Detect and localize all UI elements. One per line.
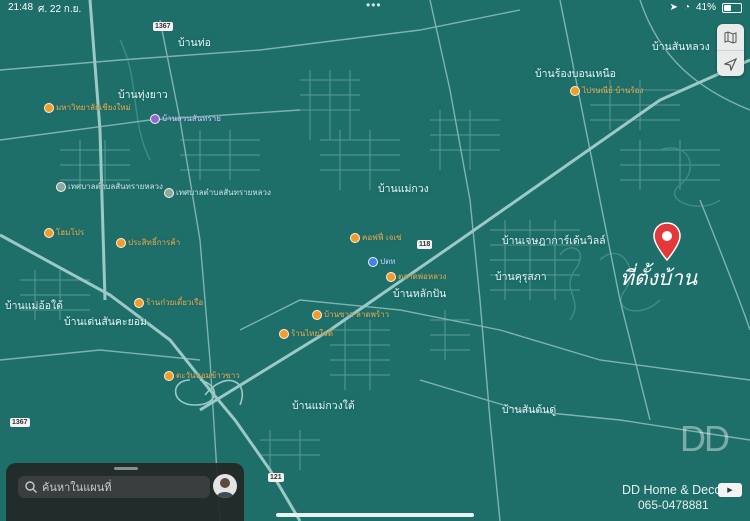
status-date: ศ. 22 ก.ย.	[38, 4, 82, 15]
home-indicator[interactable]	[276, 513, 474, 517]
multitasking-dots-icon[interactable]: •••	[366, 0, 382, 12]
map-controls	[717, 24, 744, 76]
poi-marker[interactable]: เทศบาลตำบลสันทรายหลวง	[56, 180, 163, 193]
place-label[interactable]: บ้านเจษฎาการ์เด้นวิลล์	[502, 232, 606, 249]
status-bar: 21:48 ศ. 22 ก.ย. ••• ➤ ◔ 41%	[0, 0, 750, 16]
fuel-station-icon	[368, 256, 378, 267]
search-placeholder: ค้นหาในแผนที่	[42, 481, 112, 494]
google-play-badge-icon: ▶	[718, 483, 742, 497]
location-pin-icon[interactable]	[653, 222, 681, 262]
place-label[interactable]: บ้านท่อ	[178, 34, 211, 51]
government-icon	[56, 181, 66, 192]
poi-marker[interactable]: ตะวันหอมข้าวขาว	[164, 369, 240, 382]
place-label[interactable]: บ้านแม่อ้อใต้	[5, 297, 63, 314]
battery-icon	[722, 2, 742, 13]
avatar[interactable]	[213, 474, 237, 498]
poi-dot-icon	[116, 237, 126, 248]
place-label[interactable]: บ้านคุรุสภา	[495, 268, 547, 285]
poi-dot-icon	[44, 227, 54, 238]
status-indicators: ➤ ◔ 41%	[670, 2, 742, 13]
government-icon	[164, 187, 174, 198]
route-shield: 118	[417, 240, 433, 249]
house-location-annotation: ที่ตั้งบ้าน	[620, 266, 698, 290]
poi-marker[interactable]: ประสิทธิ์การค้า	[116, 236, 180, 249]
route-shield: 1367	[153, 22, 173, 31]
poi-marker[interactable]: ร้านไทยใจดี	[279, 327, 333, 340]
map-icon	[724, 30, 737, 44]
poi-dot-icon	[164, 370, 174, 381]
status-time: 21:48	[8, 2, 34, 13]
poi-dot-icon	[570, 85, 580, 96]
poi-marker[interactable]: ตลาดพ่อหลวง	[386, 270, 446, 283]
place-label[interactable]: บ้านแม่กวง	[378, 180, 429, 197]
place-label[interactable]: บ้านหลักปัน	[393, 285, 446, 302]
panel-grabber[interactable]	[114, 467, 138, 470]
poi-marker[interactable]: บ้านซาว ลาดพร้าว	[312, 308, 389, 321]
poi-dot-icon	[279, 328, 289, 339]
poi-marker[interactable]: มหาวิทยาลัยเชียงใหม่	[44, 101, 131, 114]
poi-dot-icon	[312, 309, 322, 320]
map-mode-button[interactable]	[717, 24, 744, 50]
poi-marker[interactable]: ไปรษณีย์ บ้านร้อง	[570, 84, 643, 97]
place-label[interactable]: บ้านสันหลวง	[652, 38, 710, 55]
poi-marker[interactable]: โฮมโปร	[44, 226, 84, 239]
search-panel: ค้นหาในแผนที่	[6, 463, 244, 521]
poi-dot-icon	[150, 113, 160, 124]
poi-dot-icon	[386, 271, 396, 282]
wifi-icon: ◔	[683, 2, 690, 13]
poi-marker[interactable]: ร้านก๋วยเตี๋ยวเรือ	[134, 296, 203, 309]
location-arrow-icon	[724, 57, 737, 71]
poi-marker[interactable]: ปตท	[368, 255, 396, 268]
watermark-logo: DD	[680, 418, 730, 459]
poi-dot-icon	[44, 102, 54, 113]
brand-name: DD Home & Decor	[622, 483, 726, 497]
route-shield: 121	[268, 473, 284, 482]
search-input[interactable]: ค้นหาในแผนที่	[18, 476, 210, 498]
poi-marker[interactable]: เทศบาลตำบลสันทรายหลวง	[164, 186, 271, 199]
place-label[interactable]: บ้านร้องบอนเหนือ	[535, 65, 616, 82]
place-label[interactable]: บ้านสันต้นดู่	[502, 401, 556, 418]
poi-marker[interactable]: บ้านสวนสันทราย	[150, 112, 221, 125]
battery-percent: 41%	[695, 2, 716, 13]
search-icon	[25, 481, 37, 493]
route-shield: 1367	[10, 418, 30, 427]
location-icon: ➤	[669, 2, 678, 13]
place-label[interactable]: บ้านเด่นสันคะยอม	[64, 313, 147, 330]
profile-icon	[216, 478, 234, 498]
poi-dot-icon	[134, 297, 144, 308]
place-label[interactable]: บ้านแม่กวงใต้	[292, 397, 355, 414]
poi-dot-icon	[350, 232, 360, 243]
brand-phone: 065-0478881	[638, 498, 709, 512]
poi-marker[interactable]: คอฟฟี่ เจเซ่	[350, 231, 402, 244]
current-location-button[interactable]	[717, 50, 744, 77]
battery-level	[724, 4, 731, 11]
